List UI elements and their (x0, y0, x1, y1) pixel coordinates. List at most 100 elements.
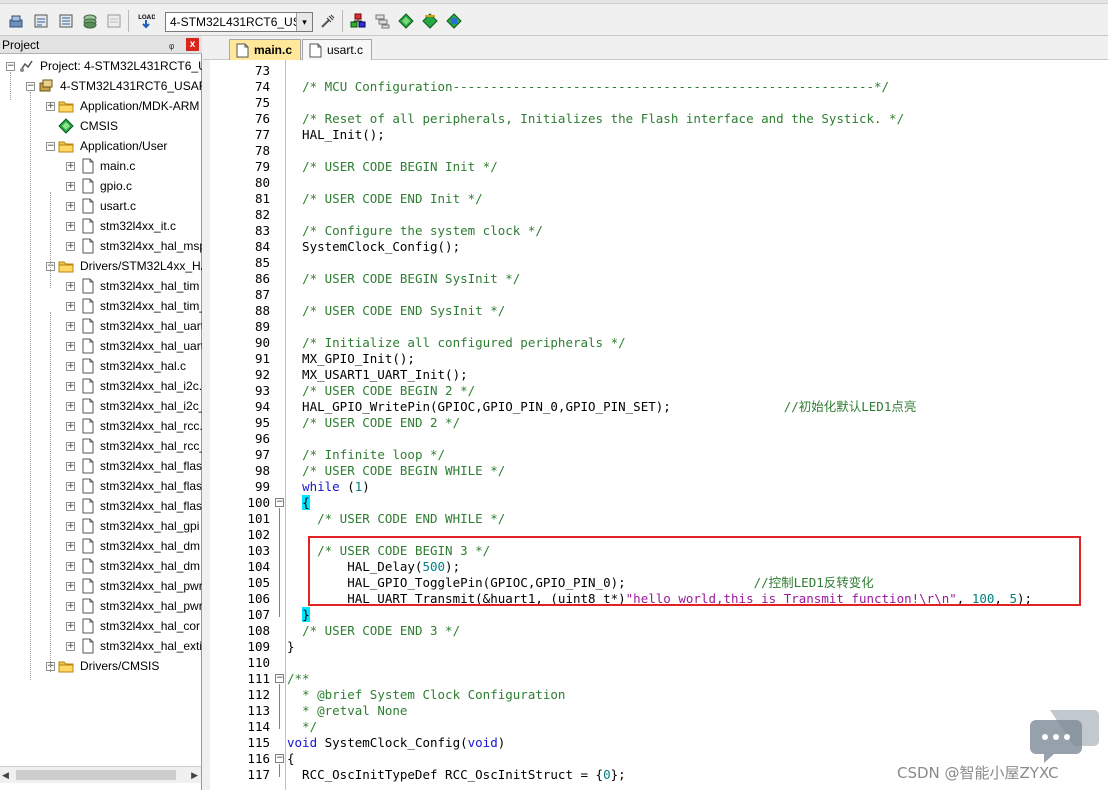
run-time-environment-icon[interactable] (444, 11, 464, 31)
expand-icon[interactable]: + (66, 342, 75, 351)
code-line[interactable]: /* USER CODE BEGIN Init */ (287, 159, 498, 175)
code-line[interactable]: /* USER CODE END 2 */ (287, 415, 460, 431)
stop-build-icon[interactable] (104, 11, 124, 31)
batch-build-icon[interactable] (6, 11, 26, 31)
line-number: 81 (254, 191, 270, 206)
code-line[interactable]: * @brief System Clock Configuration (287, 687, 565, 703)
pack-installer-icon[interactable] (396, 11, 416, 31)
expand-icon[interactable]: + (66, 302, 75, 311)
expand-icon[interactable]: + (66, 322, 75, 331)
line-number: 82 (254, 207, 270, 222)
line-number: 98 (254, 463, 270, 478)
expand-icon[interactable]: + (66, 362, 75, 371)
fold-toggle-icon[interactable]: − (275, 674, 284, 683)
collapse-icon[interactable]: − (46, 142, 55, 151)
code-line[interactable]: SystemClock_Config(); (287, 239, 460, 255)
scrollbar-thumb[interactable] (16, 770, 176, 780)
options-for-target-icon[interactable] (318, 11, 338, 31)
expand-icon[interactable]: + (66, 222, 75, 231)
expand-icon[interactable]: + (66, 162, 75, 171)
scroll-right-icon[interactable]: ▶ (191, 770, 198, 781)
code-area[interactable]: /* MCU Configuration--------------------… (287, 60, 1108, 790)
download-load-icon[interactable]: LOAD (136, 11, 156, 31)
expand-icon[interactable]: + (46, 102, 55, 111)
code-line[interactable]: { (287, 751, 295, 767)
project-icon (18, 58, 34, 74)
expand-icon[interactable]: + (66, 402, 75, 411)
file-icon (80, 358, 96, 374)
expand-icon[interactable]: + (66, 582, 75, 591)
expand-icon[interactable]: + (66, 522, 75, 531)
file-icon (80, 158, 96, 174)
code-line[interactable]: /* USER CODE END Init */ (287, 191, 483, 207)
pin-icon[interactable]: ᵩ (169, 37, 174, 51)
expand-icon[interactable]: + (66, 642, 75, 651)
line-number: 105 (247, 575, 270, 590)
code-line[interactable]: MX_GPIO_Init(); (287, 351, 415, 367)
close-icon[interactable]: x (186, 38, 199, 51)
fold-margin[interactable]: − − − (272, 60, 286, 790)
line-number: 78 (254, 143, 270, 158)
expand-icon[interactable]: + (66, 502, 75, 511)
code-line[interactable]: } (287, 607, 310, 623)
code-line[interactable]: /** (287, 671, 310, 687)
expand-icon[interactable]: + (66, 442, 75, 451)
code-line[interactable]: /* Initialize all configured peripherals… (287, 335, 626, 351)
fold-toggle-icon[interactable]: − (275, 754, 284, 763)
expand-icon[interactable]: + (66, 462, 75, 471)
tab-usart-c[interactable]: usart.c (302, 39, 373, 60)
expand-icon[interactable]: + (66, 482, 75, 491)
code-line[interactable]: /* USER CODE BEGIN 2 */ (287, 383, 475, 399)
expand-icon[interactable]: + (66, 182, 75, 191)
expand-icon[interactable]: + (66, 422, 75, 431)
build-icon[interactable] (56, 11, 76, 31)
rebuild-icon[interactable] (80, 11, 100, 31)
code-line[interactable]: while (1) (287, 479, 370, 495)
code-line[interactable]: HAL_GPIO_WritePin(GPIOC,GPIO_PIN_0,GPIO_… (287, 399, 916, 415)
expand-icon[interactable]: + (66, 382, 75, 391)
select-packs-icon[interactable] (420, 11, 440, 31)
file-icon (80, 558, 96, 574)
translate-icon[interactable] (31, 11, 51, 31)
collapse-icon[interactable]: − (26, 82, 35, 91)
scroll-left-icon[interactable]: ◀ (2, 770, 9, 781)
code-line[interactable]: } (287, 639, 295, 655)
expand-icon[interactable]: + (66, 282, 75, 291)
code-editor[interactable]: 73 74 75 76 77 78 79 80 81 82 83 84 85 86 87 88 89 90 91 92… (210, 60, 1108, 790)
collapse-icon[interactable]: − (6, 62, 15, 71)
tab-main-c[interactable]: main.c (229, 39, 302, 60)
code-line[interactable]: { (287, 495, 310, 511)
code-line[interactable]: /* USER CODE END 3 */ (287, 623, 460, 639)
tree-item-label: stm32l4xx_hal_pwr (100, 579, 202, 593)
target-select[interactable]: 4-STM32L431RCT6_USAR ▾ (165, 12, 313, 32)
expand-icon[interactable]: + (66, 602, 75, 611)
line-number: 114 (247, 719, 270, 734)
code-line[interactable]: HAL_Init(); (287, 127, 385, 143)
code-line[interactable]: * @retval None (287, 703, 407, 719)
tab-label: main.c (254, 43, 293, 57)
code-line[interactable]: MX_USART1_UART_Init(); (287, 367, 468, 383)
code-line[interactable]: */ (287, 719, 317, 735)
expand-icon[interactable]: + (66, 542, 75, 551)
expand-icon[interactable]: + (66, 622, 75, 631)
code-line[interactable]: /* Reset of all peripherals, Initializes… (287, 111, 904, 127)
code-line[interactable]: /* USER CODE BEGIN SysInit */ (287, 271, 520, 287)
expand-icon[interactable]: + (66, 202, 75, 211)
code-line[interactable]: void SystemClock_Config(void) (287, 735, 505, 751)
code-line[interactable]: /* USER CODE END SysInit */ (287, 303, 505, 319)
expand-icon[interactable]: + (66, 242, 75, 251)
tree-item-label: stm32l4xx_hal.c (100, 359, 187, 373)
chevron-down-icon[interactable]: ▾ (296, 13, 312, 31)
code-line[interactable]: /* MCU Configuration--------------------… (287, 79, 889, 95)
tree-item[interactable]: − Project: 4-STM32L431RCT6_US (0, 56, 202, 76)
code-line[interactable]: /* USER CODE END WHILE */ (287, 511, 505, 527)
manage-project-items-icon[interactable] (348, 11, 368, 31)
fold-toggle-icon[interactable]: − (275, 498, 284, 507)
file-extensions-icon[interactable] (372, 11, 392, 31)
code-line[interactable]: /* Infinite loop */ (287, 447, 445, 463)
code-line[interactable]: /* Configure the system clock */ (287, 223, 543, 239)
code-line[interactable]: /* USER CODE BEGIN WHILE */ (287, 463, 505, 479)
expand-icon[interactable]: + (66, 562, 75, 571)
project-tree-scrollbar[interactable]: ◀ ▶ (0, 766, 201, 783)
code-line[interactable]: RCC_OscInitTypeDef RCC_OscInitStruct = {… (287, 767, 626, 783)
